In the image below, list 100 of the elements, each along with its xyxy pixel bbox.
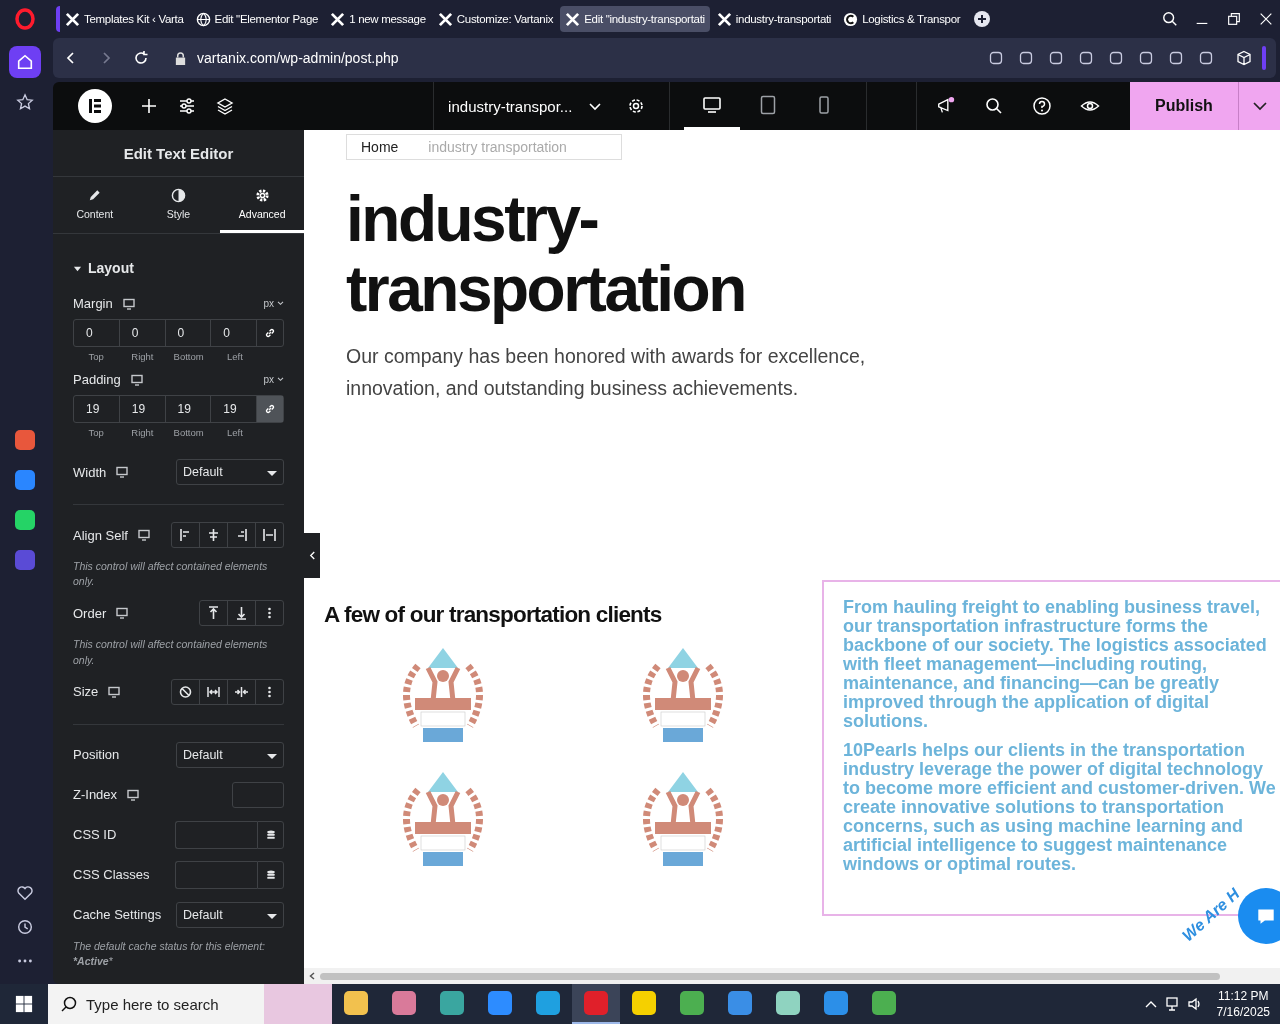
control-label: CSS Classes <box>73 867 150 883</box>
desktop-icon[interactable] <box>122 297 135 310</box>
page-heading: industry-transportation <box>346 184 746 324</box>
publish-button[interactable]: Publish <box>1130 82 1238 130</box>
app-icon <box>15 470 35 490</box>
side-label: Bottom <box>172 427 205 438</box>
control-label: Align Self <box>73 527 128 543</box>
dimension-field[interactable]: 0 <box>119 320 166 346</box>
text-field[interactable] <box>175 860 257 889</box>
app-icon <box>632 991 656 1015</box>
help-text: This control will affect contained elements only. <box>73 637 269 668</box>
body-paragraph: 10Pearls helps our clients in the transportation industry leverage the power of digital technology to become more efficient and customer-driven. We create innovative solutions to transportation concerns, such as using machine learning and artificial intelligence to suggest maintenance windows or optimal routes. <box>843 741 1277 874</box>
app-icon <box>728 991 752 1015</box>
text-field[interactable] <box>175 820 257 849</box>
browser-tab[interactable]: industry-transportati <box>711 6 837 32</box>
add-icon[interactable] <box>139 96 159 116</box>
browser-tab[interactable]: 1 new message <box>325 6 431 32</box>
lock-icon <box>174 50 187 66</box>
chevron-left-icon <box>308 551 316 560</box>
cross-logo-icon <box>437 11 453 27</box>
width-dropdown[interactable]: Default <box>176 459 284 485</box>
browser-tab[interactable]: Logistics & Transpor <box>838 6 966 32</box>
sidebar-indicator <box>1262 46 1266 70</box>
unit-selector[interactable]: px <box>263 298 284 309</box>
desktop-icon[interactable] <box>116 607 129 620</box>
clock[interactable]: 11:12 PM 7/16/2025 <box>1208 988 1280 1020</box>
browser-tab[interactable]: Customize: Vartanix <box>432 6 559 32</box>
cross-logo-icon <box>565 11 581 27</box>
dimension-field[interactable]: 19 <box>165 396 212 422</box>
scroll-left-icon[interactable] <box>309 972 315 980</box>
browser-tab[interactable]: Templates Kit ‹ Varta <box>56 6 189 32</box>
scrollbar-thumb[interactable] <box>320 972 1220 980</box>
intro-text: Our company has been honored with awards for excellence, innovation, and outstanding business achievements. <box>346 344 867 401</box>
layers-icon[interactable] <box>215 96 235 116</box>
star-icon <box>16 93 34 111</box>
cross-logo-icon <box>330 11 346 27</box>
history-icon[interactable] <box>16 918 34 936</box>
database-icon <box>265 829 276 840</box>
control-label: Order <box>73 605 107 621</box>
cache-dropdown[interactable]: Default <box>176 901 284 928</box>
search-icon[interactable] <box>1162 11 1178 27</box>
help-text: This control will affect contained elements only. <box>73 559 269 590</box>
desktop-icon[interactable] <box>137 529 150 541</box>
dimension-field[interactable]: 0 <box>165 320 212 346</box>
link-icon <box>264 403 276 415</box>
windows-start-icon[interactable] <box>15 995 33 1013</box>
app-icon <box>776 991 800 1015</box>
section-header[interactable]: Layout <box>73 260 284 276</box>
desktop-icon[interactable] <box>127 788 140 801</box>
opera-logo-icon[interactable] <box>15 8 35 30</box>
dimension-field[interactable]: 0 <box>74 320 120 346</box>
desktop-icon[interactable] <box>108 685 121 698</box>
section-heading: A few of our transportation clients <box>324 602 663 628</box>
address-field[interactable]: vartanix.com/wp-admin/post.php <box>197 50 399 66</box>
settings-sliders-icon[interactable] <box>177 96 197 116</box>
help-icon[interactable] <box>1032 96 1052 116</box>
taskbar-search-field[interactable]: Type here to search <box>48 984 332 1024</box>
chevron-down-icon <box>277 377 284 382</box>
reload-icon[interactable] <box>133 50 149 66</box>
chat-button[interactable] <box>1238 888 1280 944</box>
close-icon[interactable] <box>1258 11 1274 27</box>
dynamic-tags-button[interactable] <box>257 860 284 889</box>
dynamic-tags-button[interactable] <box>257 820 284 849</box>
browser-tab[interactable]: Edit "Elementor Page <box>190 6 324 32</box>
box-icon[interactable] <box>1236 50 1252 66</box>
unit-selector[interactable]: px <box>263 374 284 385</box>
cross-logo-icon <box>65 11 80 27</box>
link-values-button[interactable] <box>257 396 283 422</box>
speaker-icon[interactable] <box>1186 996 1203 1012</box>
app-icon <box>392 991 416 1015</box>
desktop-icon[interactable] <box>130 373 143 386</box>
control-label: CSS ID <box>73 827 117 843</box>
desktop-icon[interactable] <box>116 466 129 478</box>
position-dropdown[interactable]: Default <box>176 741 284 768</box>
browser-tab[interactable]: Edit "industry-transportati <box>560 6 710 32</box>
dimension-field[interactable]: 19 <box>119 396 166 422</box>
elementor-logo-icon[interactable] <box>77 88 113 124</box>
breadcrumb-current: industry transportation <box>428 139 567 155</box>
dimension-field[interactable]: 0 <box>211 320 257 346</box>
network-icon[interactable] <box>1164 996 1181 1012</box>
side-label: Bottom <box>172 351 205 362</box>
side-label: Left <box>225 351 244 362</box>
breadcrumb-link[interactable]: Home <box>361 139 399 155</box>
panel-tab[interactable]: Content <box>53 177 137 233</box>
gear-icon <box>254 187 270 203</box>
new-tab-icon[interactable] <box>973 10 992 28</box>
link-icon <box>264 327 276 339</box>
search-icon <box>60 995 78 1013</box>
search-icon[interactable] <box>984 96 1004 116</box>
app-icon <box>15 510 35 530</box>
database-icon <box>265 869 276 880</box>
panel-tab[interactable]: Style <box>136 177 221 233</box>
page-selector[interactable]: industry-transpor... <box>448 97 603 115</box>
desktop-icon <box>702 94 723 115</box>
home-button[interactable] <box>9 46 41 78</box>
restore-icon[interactable] <box>1226 11 1242 27</box>
z-index-field[interactable] <box>232 781 284 808</box>
taskbar-app-button[interactable] <box>572 984 620 1024</box>
app-icon <box>15 430 35 450</box>
dimension-field[interactable]: 19 <box>74 396 120 422</box>
